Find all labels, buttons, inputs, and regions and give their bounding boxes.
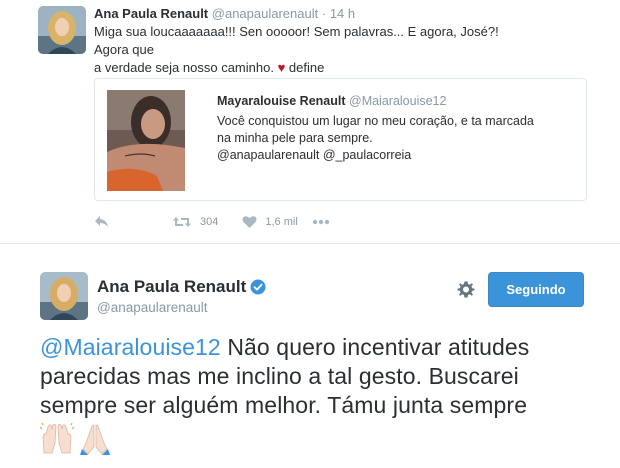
tweet-text: @Maiaralouise12 Não quero incentivar ati… [40,333,615,420]
quote-text-line: na minha pele para sempre. [217,131,373,145]
retweet-button[interactable]: 304 [172,215,218,229]
quote-tweet[interactable]: Mayaralouise Renault @Maiaralouise12 Voc… [94,78,587,201]
tweet-text-line: @Maiaralouise12 Não quero incentivar ati… [40,333,615,362]
more-button[interactable] [312,219,330,225]
quote-text-line: @anapaularenault @_paulacorreia [217,148,412,162]
author-handle[interactable]: @anapaularenault [97,300,208,315]
separator: · [321,6,327,21]
retweet-icon [173,217,191,227]
mention-link[interactable]: @Maiaralouise12 [40,334,221,360]
gear-icon[interactable] [456,280,476,300]
tweet-text-line: sempre ser alguém melhor. Támu junta sem… [40,392,528,418]
like-button[interactable]: 1,6 mil [242,215,298,229]
like-count: 1,6 mil [265,216,298,228]
heart-icon [242,216,257,228]
emoji-row [40,423,112,455]
tweet-text: Miga sua loucaaaaaaa!!! Sen ooooor! Sem … [94,23,514,77]
main-tweet: Ana Paula Renault @anapaularenault Segui… [0,245,620,468]
reply-icon [95,216,108,227]
tweet-text-line: Miga sua loucaaaaaaa!!! Sen ooooor! Sem … [94,24,499,57]
quote-text: Você conquistou um lugar no meu coração,… [217,113,557,164]
quote-author-name[interactable]: Mayaralouise Renault [217,94,346,108]
author-handle[interactable]: @anapaularenault [212,6,318,21]
author-name[interactable]: Ana Paula Renault [94,6,208,21]
author-name[interactable]: Ana Paula Renault [97,277,266,297]
tweet-actions: 304 1,6 mil [94,212,330,232]
tweet-text-segment: define [288,60,325,75]
avatar[interactable] [38,6,86,54]
more-icon [312,219,329,225]
tweet-text-segment: Não quero incentivar atitudes [220,334,530,360]
quote-text-line: Você conquistou um lugar no meu coração,… [217,114,534,128]
quote-author-handle[interactable]: @Maiaralouise12 [349,94,446,108]
author-name-text: Ana Paula Renault [97,277,247,296]
following-button[interactable]: Seguindo [488,272,584,307]
tweet-text-line: parecidas mas me inclino a tal gesto. Bu… [40,363,519,389]
heart-emoji-icon: ♥ [277,60,286,75]
timestamp[interactable]: 14 h [330,6,355,21]
quote-header: Mayaralouise Renault @Maiaralouise12 [217,94,446,108]
tweet-header: Ana Paula Renault @anapaularenault · 14 … [94,6,355,21]
tweet-text-line: a verdade seja nosso caminho. ♥ define [94,59,514,77]
quote-photo[interactable] [107,90,185,191]
reply-button[interactable] [94,215,110,229]
folded-hands-emoji-icon [80,424,110,455]
quoted-tweet-card[interactable]: Ana Paula Renault @anapaularenault · 14 … [0,0,620,244]
verified-badge-icon [250,279,266,295]
raised-hands-emoji-icon [40,423,74,454]
avatar[interactable] [40,272,88,320]
retweet-count: 304 [200,216,219,228]
tweet-text-segment: a verdade seja nosso caminho. [94,60,274,75]
